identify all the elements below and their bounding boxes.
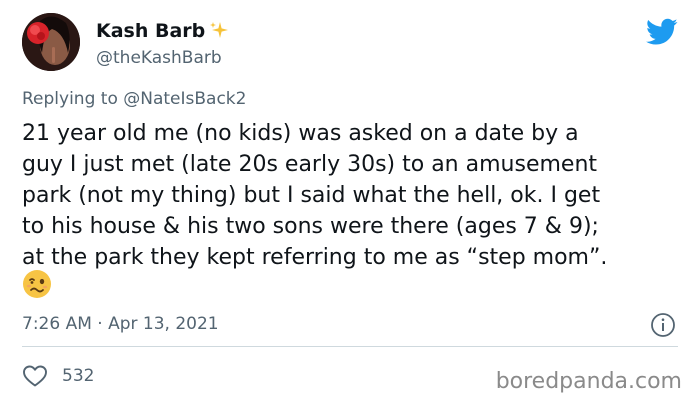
- avatar[interactable]: [22, 13, 80, 71]
- heart-icon[interactable]: [22, 364, 48, 388]
- twitter-bird-icon[interactable]: [646, 18, 678, 46]
- info-icon[interactable]: [650, 312, 676, 338]
- sparkles-icon: [209, 21, 229, 41]
- author-name-row: Kash Barb: [96, 20, 229, 42]
- replying-to: Replying to @NateIsBack2: [22, 89, 246, 109]
- like-count: 532: [62, 366, 95, 386]
- display-name[interactable]: Kash Barb: [96, 20, 205, 42]
- tweet-text: 21 year old me (no kids) was asked on a …: [22, 121, 608, 270]
- tweet-timestamp[interactable]: 7:26 AM · Apr 13, 2021: [22, 314, 219, 334]
- watermark: boredpanda.com: [495, 369, 682, 394]
- like-action[interactable]: 532: [22, 364, 94, 388]
- woozy-face-icon: [22, 269, 52, 299]
- tweet-card: Kash Barb @theKashBarb Replying to @Nate…: [0, 0, 700, 403]
- reply-mention-link[interactable]: @NateIsBack2: [123, 89, 246, 109]
- author-handle[interactable]: @theKashBarb: [96, 48, 222, 68]
- replying-prefix: Replying to: [22, 89, 124, 109]
- divider: [22, 346, 678, 347]
